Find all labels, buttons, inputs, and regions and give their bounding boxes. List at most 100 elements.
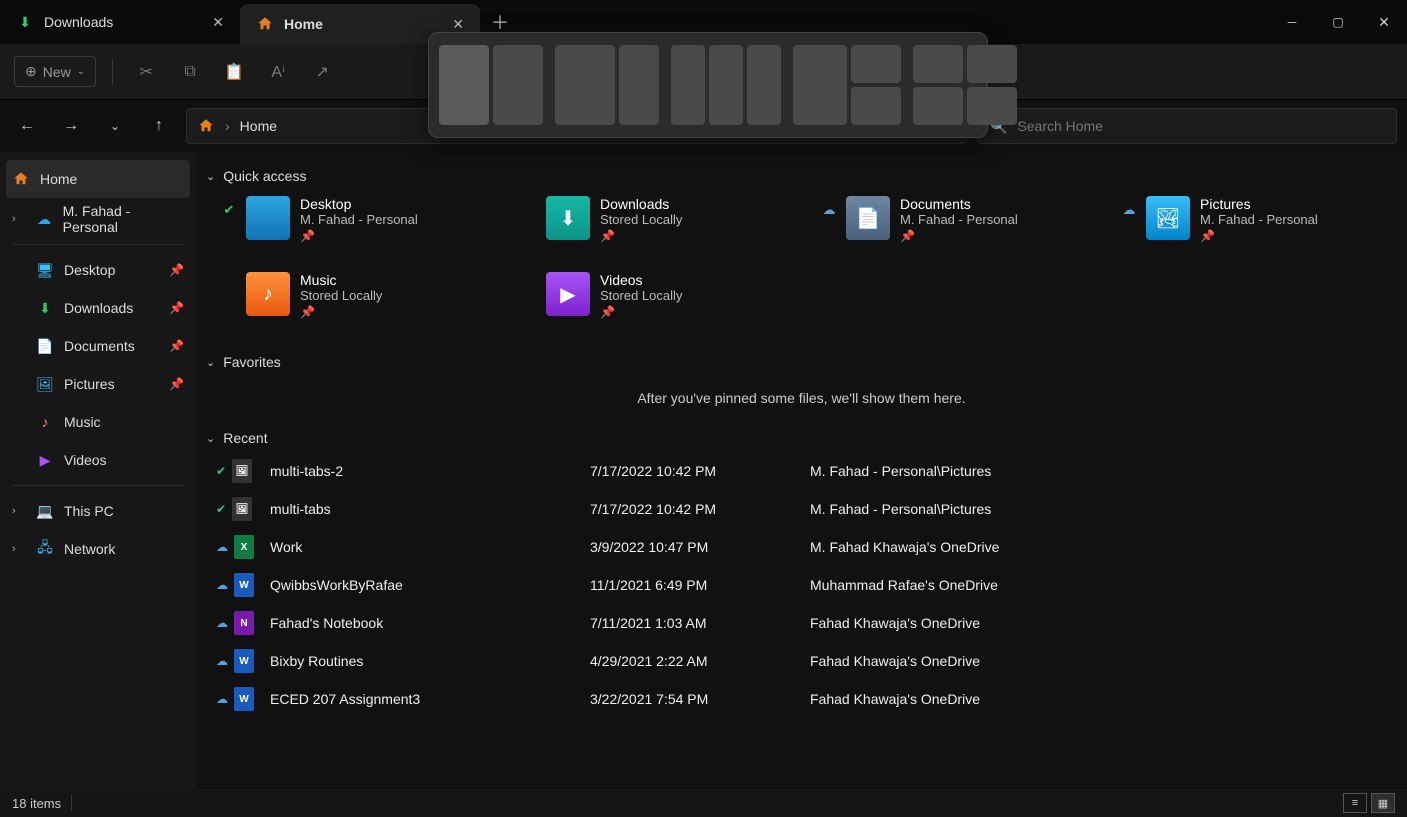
copy-button[interactable]: ⧉ <box>173 55 207 89</box>
forward-button[interactable]: → <box>54 109 88 143</box>
sync-status-icon: ☁ <box>216 692 228 706</box>
close-icon[interactable]: ✕ <box>452 16 464 33</box>
chevron-right-icon[interactable]: › <box>12 543 26 555</box>
rename-button[interactable]: Aⁱ <box>261 55 295 89</box>
sidebar-item-music[interactable]: ♪ Music <box>0 403 196 441</box>
maximize-button[interactable]: ▢ <box>1315 0 1361 44</box>
sidebar-item-videos[interactable]: ▶ Videos <box>0 441 196 479</box>
file-location: Fahad Khawaja's OneDrive <box>810 653 1401 669</box>
minimize-button[interactable]: ─ <box>1269 0 1315 44</box>
file-date: 7/11/2021 1:03 AM <box>590 615 810 631</box>
file-type-icon: N <box>234 611 254 635</box>
chevron-right-icon[interactable]: › <box>12 505 26 517</box>
details-view-button[interactable]: ≡ <box>1343 793 1367 813</box>
chevron-down-icon: ⌄ <box>77 66 85 77</box>
sidebar-item-onedrive[interactable]: › ☁ M. Fahad - Personal <box>0 200 196 238</box>
section-label: Recent <box>223 430 267 446</box>
body: Home › ☁ M. Fahad - Personal 🖥 Desktop 📌… <box>0 152 1407 789</box>
snap-layout-left-stack[interactable] <box>793 45 901 125</box>
recent-item[interactable]: ✔ 🖼 multi-tabs-2 7/17/2022 10:42 PM M. F… <box>202 452 1401 490</box>
sidebar-item-label: Documents <box>64 338 135 354</box>
pin-icon: 📌 <box>300 305 382 319</box>
qa-name: Videos <box>600 272 682 288</box>
sidebar-item-documents[interactable]: 📄 Documents 📌 <box>0 327 196 365</box>
file-location: Muhammad Rafae's OneDrive <box>810 577 1401 593</box>
sidebar-item-home[interactable]: Home <box>6 160 190 198</box>
section-quick-access[interactable]: ⌄ Quick access <box>202 162 1401 190</box>
file-name: multi-tabs <box>270 501 590 517</box>
sidebar: Home › ☁ M. Fahad - Personal 🖥 Desktop 📌… <box>0 152 196 789</box>
document-icon: 📄 <box>36 337 54 355</box>
quick-access-item[interactable]: ☁ 🏞 Pictures M. Fahad - Personal 📌 <box>1122 196 1407 262</box>
quick-access-item[interactable]: ▶ Videos Stored Locally 📌 <box>522 272 812 338</box>
recent-item[interactable]: ☁ W ECED 207 Assignment3 3/22/2021 7:54 … <box>202 680 1401 718</box>
window-controls: ─ ▢ ✕ <box>1269 0 1407 44</box>
sidebar-item-pictures[interactable]: 🖼 Pictures 📌 <box>0 365 196 403</box>
snap-layout-2col-wide[interactable] <box>555 45 659 125</box>
quick-access-item[interactable]: ♪ Music Stored Locally 📌 <box>222 272 512 338</box>
status-items: 18 items <box>12 796 61 811</box>
sidebar-item-network[interactable]: › 🖧 Network <box>0 530 196 568</box>
snap-layout-2col[interactable] <box>439 45 543 125</box>
sidebar-item-label: Home <box>40 171 77 187</box>
sync-status-icon: ☁ <box>822 202 836 218</box>
recent-item[interactable]: ☁ X Work 3/9/2022 10:47 PM M. Fahad Khaw… <box>202 528 1401 566</box>
close-icon[interactable]: ✕ <box>212 14 224 31</box>
breadcrumb[interactable]: Home <box>240 118 277 134</box>
quick-access-item[interactable]: ☁ 📄 Documents M. Fahad - Personal 📌 <box>822 196 1112 262</box>
new-label: New <box>43 64 71 80</box>
sidebar-item-downloads[interactable]: ⬇ Downloads 📌 <box>0 289 196 327</box>
sidebar-item-label: Downloads <box>64 300 133 316</box>
share-button[interactable]: ↗ <box>305 55 339 89</box>
chevron-down-icon: ⌄ <box>206 356 215 369</box>
chevron-right-icon[interactable]: › <box>12 213 25 225</box>
videos-icon: ▶ <box>36 451 54 469</box>
recent-item[interactable]: ☁ W QwibbsWorkByRafae 11/1/2021 6:49 PM … <box>202 566 1401 604</box>
sidebar-item-desktop[interactable]: 🖥 Desktop 📌 <box>0 251 196 289</box>
sync-status-icon: ☁ <box>216 540 228 554</box>
recent-item[interactable]: ☁ W Bixby Routines 4/29/2021 2:22 AM Fah… <box>202 642 1401 680</box>
sync-status-icon: ☁ <box>1122 202 1136 218</box>
tiles-view-button[interactable]: ▦ <box>1371 793 1395 813</box>
quick-access-item[interactable]: ⬇ Downloads Stored Locally 📌 <box>522 196 812 262</box>
recent-item[interactable]: ✔ 🖼 multi-tabs 7/17/2022 10:42 PM M. Fah… <box>202 490 1401 528</box>
section-label: Quick access <box>223 168 306 184</box>
file-date: 3/22/2021 7:54 PM <box>590 691 810 707</box>
up-button[interactable]: ↑ <box>142 109 176 143</box>
tab-downloads[interactable]: ⬇ Downloads ✕ <box>0 0 240 44</box>
file-name: Work <box>270 539 590 555</box>
pictures-icon: 🖼 <box>36 375 54 393</box>
file-location: M. Fahad Khawaja's OneDrive <box>810 539 1401 555</box>
new-button[interactable]: ⊕ New ⌄ <box>14 56 96 87</box>
paste-button[interactable]: 📋 <box>217 55 251 89</box>
close-window-button[interactable]: ✕ <box>1361 0 1407 44</box>
recent-list: ✔ 🖼 multi-tabs-2 7/17/2022 10:42 PM M. F… <box>202 452 1401 718</box>
folder-icon: ▶ <box>546 272 590 316</box>
snap-layout-3col[interactable] <box>671 45 781 125</box>
search-input[interactable] <box>1017 118 1384 134</box>
tab-label: Home <box>284 16 323 32</box>
section-favorites[interactable]: ⌄ Favorites <box>202 348 1401 376</box>
sidebar-item-thispc[interactable]: › 💻 This PC <box>0 492 196 530</box>
sync-status-icon: ☁ <box>216 578 228 592</box>
quick-access-item[interactable]: ✔ Desktop M. Fahad - Personal 📌 <box>222 196 512 262</box>
folder-icon <box>246 196 290 240</box>
back-button[interactable]: ← <box>10 109 44 143</box>
recent-item[interactable]: ☁ N Fahad's Notebook 7/11/2021 1:03 AM F… <box>202 604 1401 642</box>
file-date: 11/1/2021 6:49 PM <box>590 577 810 593</box>
search-box[interactable]: 🔍 <box>977 108 1397 144</box>
separator <box>12 244 184 245</box>
cut-button[interactable]: ✂ <box>129 55 163 89</box>
file-type-icon: W <box>234 687 254 711</box>
home-icon <box>12 170 30 188</box>
computer-icon: 💻 <box>36 502 54 520</box>
recent-locations-button[interactable]: ⌄ <box>98 109 132 143</box>
file-date: 7/17/2022 10:42 PM <box>590 463 810 479</box>
view-toggle: ≡ ▦ <box>1343 793 1395 813</box>
file-name: ECED 207 Assignment3 <box>270 691 590 707</box>
section-recent[interactable]: ⌄ Recent <box>202 424 1401 452</box>
snap-layout-popup <box>428 32 988 138</box>
snap-layout-quad[interactable] <box>913 45 1017 125</box>
file-date: 4/29/2021 2:22 AM <box>590 653 810 669</box>
status-bar: 18 items ≡ ▦ <box>0 789 1407 817</box>
